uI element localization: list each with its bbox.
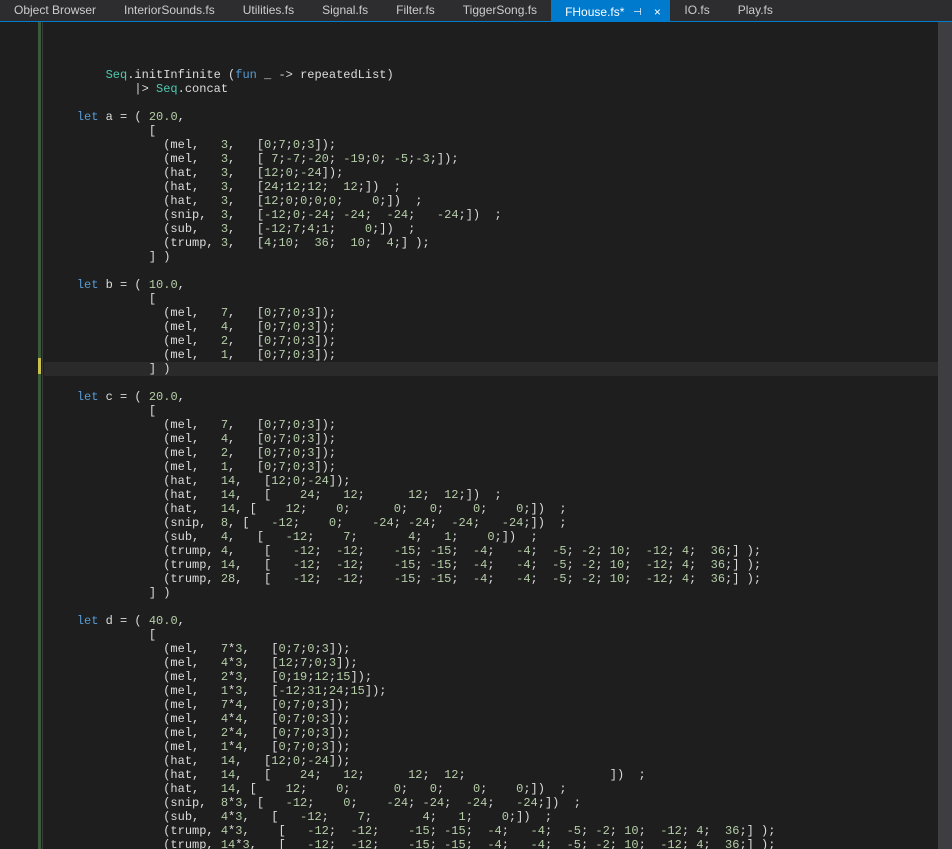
change-tracker-unsaved xyxy=(38,358,41,374)
editor: Seq.initInfinite (fun _ -> repeatedList)… xyxy=(0,22,952,849)
tab-object-browser[interactable]: Object Browser xyxy=(0,0,110,21)
tab-label: Filter.fs xyxy=(396,3,435,17)
tab-signal[interactable]: Signal.fs xyxy=(308,0,382,21)
close-icon[interactable]: × xyxy=(650,5,664,19)
editor-gutter xyxy=(0,22,44,849)
pin-icon[interactable]: ⊣ xyxy=(630,5,644,19)
tab-label: Object Browser xyxy=(14,3,96,17)
code-area[interactable]: Seq.initInfinite (fun _ -> repeatedList)… xyxy=(44,22,938,849)
tab-play[interactable]: Play.fs xyxy=(724,0,787,21)
tab-label: TiggerSong.fs xyxy=(463,3,537,17)
tab-interiorsounds[interactable]: InteriorSounds.fs xyxy=(110,0,229,21)
tab-label: InteriorSounds.fs xyxy=(124,3,215,17)
tab-label: Signal.fs xyxy=(322,3,368,17)
tab-strip: Object Browser InteriorSounds.fs Utiliti… xyxy=(0,0,952,22)
tab-label: Play.fs xyxy=(738,3,773,17)
tab-utilities[interactable]: Utilities.fs xyxy=(229,0,308,21)
tab-label: FHouse.fs* xyxy=(565,5,624,19)
tab-label: Utilities.fs xyxy=(243,3,294,17)
outline-bar xyxy=(42,22,43,849)
tab-io[interactable]: IO.fs xyxy=(670,0,723,21)
change-tracker xyxy=(38,22,41,849)
code-text: Seq.initInfinite (fun _ -> repeatedList)… xyxy=(48,68,938,849)
tab-filter[interactable]: Filter.fs xyxy=(382,0,449,21)
vertical-scrollbar[interactable] xyxy=(938,22,952,849)
tab-label: IO.fs xyxy=(684,3,709,17)
tab-fhouse[interactable]: FHouse.fs* ⊣ × xyxy=(551,0,670,21)
tab-tiggersong[interactable]: TiggerSong.fs xyxy=(449,0,551,21)
